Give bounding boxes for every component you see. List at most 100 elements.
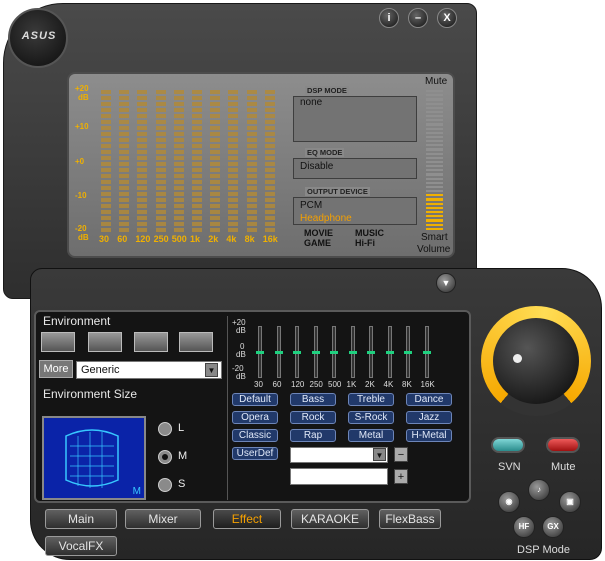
preset-button[interactable]: Metal bbox=[348, 429, 394, 442]
eq-slider-knob[interactable] bbox=[404, 351, 412, 354]
eq-segment bbox=[210, 90, 221, 94]
volume-segment bbox=[426, 227, 443, 230]
volume-segment bbox=[426, 127, 443, 130]
env-icon-concert[interactable] bbox=[179, 332, 213, 352]
preset-button[interactable]: Treble bbox=[348, 393, 394, 406]
dropdown-arrow-icon[interactable]: ▼ bbox=[205, 363, 218, 377]
dsp-gx-button[interactable]: GX bbox=[542, 516, 564, 538]
db-label-plus10: +10 bbox=[75, 122, 89, 131]
eq-segment bbox=[228, 198, 239, 202]
eq-segment bbox=[173, 198, 184, 202]
eq-slider[interactable] bbox=[311, 326, 320, 378]
mute-toggle[interactable] bbox=[546, 437, 580, 453]
eq-segment bbox=[192, 216, 202, 220]
eq-segment bbox=[246, 156, 257, 160]
eq-slider[interactable] bbox=[293, 326, 301, 378]
eq-mode-label: EQ MODE bbox=[305, 148, 345, 157]
volume-segment bbox=[426, 131, 443, 134]
userdef-name-input[interactable] bbox=[290, 468, 388, 485]
minimize-button[interactable]: – bbox=[408, 8, 428, 28]
eq-segment bbox=[246, 126, 257, 130]
env-icon-stadium[interactable] bbox=[134, 332, 168, 352]
preset-button[interactable]: Dance bbox=[406, 393, 452, 406]
preset-button[interactable]: Classic bbox=[232, 429, 278, 442]
eq-segment bbox=[246, 204, 257, 208]
collapse-chevron-icon[interactable]: ▼ bbox=[436, 273, 456, 293]
eq-slider[interactable] bbox=[330, 326, 338, 378]
dsp-music-icon[interactable]: ♪ bbox=[528, 479, 550, 501]
eq-slider-knob[interactable] bbox=[274, 351, 283, 354]
tab-main[interactable]: Main bbox=[45, 509, 117, 529]
eq-slider-freq-label: 1K bbox=[346, 380, 357, 389]
env-icon-room[interactable] bbox=[41, 332, 75, 352]
eq-segment bbox=[246, 114, 257, 118]
eq-slider[interactable] bbox=[385, 326, 394, 378]
eq-segment bbox=[246, 144, 257, 148]
eq-slider-knob[interactable] bbox=[385, 351, 394, 354]
smart-volume-meter[interactable] bbox=[426, 90, 443, 230]
eq-segment bbox=[119, 162, 130, 166]
db-label-plus20: +20 bbox=[75, 84, 89, 93]
eq-segment bbox=[173, 192, 184, 196]
preset-button[interactable]: S-Rock bbox=[348, 411, 394, 424]
eq-slider-knob[interactable] bbox=[256, 351, 264, 354]
volume-mute-label: Mute bbox=[425, 76, 448, 87]
eq-segment bbox=[210, 216, 221, 220]
eq-slider[interactable] bbox=[404, 326, 412, 378]
dropdown-arrow-icon[interactable]: ▼ bbox=[373, 448, 386, 461]
svn-toggle[interactable] bbox=[491, 437, 525, 453]
eq-segment bbox=[264, 114, 275, 118]
eq-slider-knob[interactable] bbox=[367, 351, 375, 354]
eq-db-unit-top: dB bbox=[236, 326, 246, 335]
env-icon-hall[interactable] bbox=[88, 332, 122, 352]
close-button[interactable]: X bbox=[437, 8, 457, 28]
eq-segment bbox=[192, 162, 202, 166]
preset-button[interactable]: Jazz bbox=[406, 411, 452, 424]
eq-segment bbox=[210, 186, 221, 190]
eq-slider-knob[interactable] bbox=[348, 351, 357, 354]
more-button[interactable]: More bbox=[39, 360, 73, 378]
eq-slider[interactable] bbox=[422, 326, 431, 378]
dsp-hf-button[interactable]: HF bbox=[513, 516, 535, 538]
eq-segment bbox=[101, 186, 111, 190]
userdef-select[interactable]: ▼ bbox=[290, 447, 388, 463]
eq-segment bbox=[119, 204, 130, 208]
eq-segment bbox=[228, 120, 239, 124]
preset-button[interactable]: Rock bbox=[290, 411, 336, 424]
tab-karaoke[interactable]: KARAOKE bbox=[291, 509, 369, 529]
eq-segment bbox=[155, 102, 166, 106]
tab-mixer[interactable]: Mixer bbox=[125, 509, 201, 529]
preset-button[interactable]: Default bbox=[232, 393, 278, 406]
preset-button[interactable]: H-Metal bbox=[406, 429, 452, 442]
eq-segment bbox=[101, 192, 111, 196]
userdef-minus-button[interactable]: − bbox=[394, 447, 408, 462]
master-volume-knob[interactable] bbox=[481, 306, 591, 416]
mode-movie: MOVIE bbox=[304, 228, 334, 238]
eq-slider[interactable] bbox=[256, 326, 264, 378]
eq-slider[interactable] bbox=[274, 326, 283, 378]
tab-effect[interactable]: Effect bbox=[213, 509, 281, 529]
dsp-movie-icon[interactable]: ▣ bbox=[559, 491, 581, 513]
eq-slider-knob[interactable] bbox=[330, 351, 338, 354]
eq-slider-knob[interactable] bbox=[293, 351, 301, 354]
preset-button[interactable]: Bass bbox=[290, 393, 336, 406]
userdef-plus-button[interactable]: + bbox=[394, 469, 408, 484]
dsp-game-icon[interactable]: ◉ bbox=[498, 491, 520, 513]
eq-slider[interactable] bbox=[367, 326, 375, 378]
info-button[interactable]: i bbox=[379, 8, 399, 28]
eq-slider[interactable] bbox=[348, 326, 357, 378]
eq-slider-knob[interactable] bbox=[422, 351, 431, 354]
tab-flexbass[interactable]: FlexBass bbox=[379, 509, 441, 529]
environment-select[interactable]: Generic ▼ bbox=[76, 361, 222, 379]
eq-segment bbox=[192, 108, 202, 112]
eq-slider-knob[interactable] bbox=[311, 351, 320, 354]
db-label-zero: +0 bbox=[75, 157, 85, 166]
tab-vocalfx[interactable]: VocalFX bbox=[45, 536, 117, 556]
preset-button[interactable]: Opera bbox=[232, 411, 278, 424]
size-radio-l[interactable] bbox=[158, 422, 172, 436]
size-radio-m[interactable] bbox=[158, 450, 172, 464]
preset-button[interactable]: Rap bbox=[290, 429, 336, 442]
size-radio-s[interactable] bbox=[158, 478, 172, 492]
eq-freq-label: 8k bbox=[244, 234, 255, 244]
userdef-button[interactable]: UserDef bbox=[232, 447, 278, 460]
